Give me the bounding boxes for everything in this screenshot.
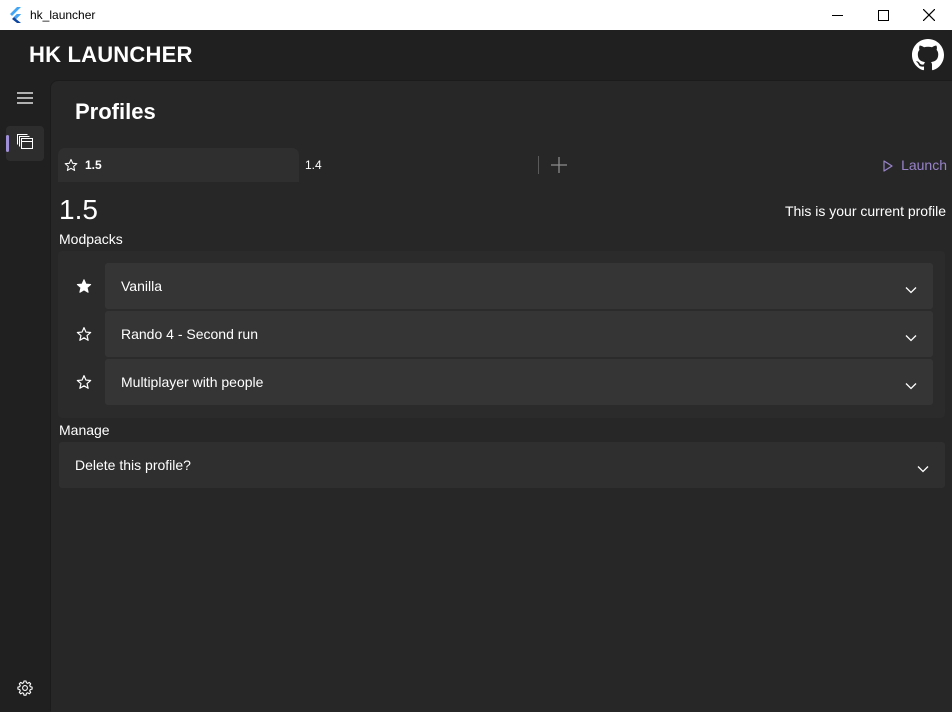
launch-label: Launch	[901, 157, 947, 173]
profile-panel: 1.5 This is your current profile Modpack…	[51, 182, 952, 712]
add-profile-icon[interactable]	[550, 156, 568, 174]
tab-profile-1-5[interactable]: 1.5	[58, 148, 299, 182]
maximize-icon	[877, 9, 889, 21]
modpack-expander-multiplayer[interactable]: Multiplayer with people	[105, 359, 933, 405]
launch-button[interactable]: Launch	[883, 148, 947, 182]
modpack-expander-vanilla[interactable]: Vanilla	[105, 263, 933, 309]
chevron-down-icon	[917, 460, 929, 473]
list-item: Multiplayer with people	[58, 359, 945, 405]
modpack-name: Vanilla	[121, 278, 162, 294]
minimize-button[interactable]	[814, 0, 860, 30]
chevron-down-icon	[905, 377, 917, 390]
list-item: Vanilla	[58, 263, 945, 309]
star-outline-icon[interactable]	[76, 326, 92, 342]
modpack-expander-rando-4[interactable]: Rando 4 - Second run	[105, 311, 933, 357]
window-title: hk_launcher	[30, 8, 96, 22]
profile-name: 1.5	[59, 194, 98, 225]
window-titlebar: hk_launcher	[0, 0, 952, 30]
maximize-button[interactable]	[860, 0, 906, 30]
close-icon	[923, 9, 935, 21]
current-profile-note: This is your current profile	[784, 203, 946, 219]
profiles-icon	[17, 133, 33, 154]
modpack-name: Rando 4 - Second run	[121, 326, 258, 342]
star-outline-icon[interactable]	[76, 374, 92, 390]
profile-tabs: 1.5 1.4 Launch	[58, 148, 947, 182]
close-button[interactable]	[906, 0, 952, 30]
page-title: Profiles	[75, 99, 156, 124]
star-outline-icon[interactable]	[64, 158, 78, 172]
window-controls	[814, 0, 952, 30]
content-pane: Profiles 1.5 1.4 Launch 1.5 This is your	[50, 80, 952, 712]
tab-divider	[538, 156, 539, 174]
selection-indicator	[6, 135, 9, 152]
chevron-down-icon	[905, 329, 917, 342]
tab-profile-1-4[interactable]: 1.4	[299, 148, 539, 182]
nav-item-profiles[interactable]	[6, 126, 44, 161]
tab-label: 1.5	[85, 158, 102, 172]
app-title: HK LAUNCHER	[29, 42, 193, 67]
modpacks-heading: Modpacks	[59, 231, 123, 247]
github-icon[interactable]	[912, 39, 944, 71]
navigation-rail	[0, 80, 50, 711]
minimize-icon	[831, 14, 843, 16]
list-item: Rando 4 - Second run	[58, 311, 945, 357]
app-header: HK LAUNCHER	[0, 30, 952, 80]
modpack-name: Multiplayer with people	[121, 374, 264, 390]
tab-label: 1.4	[305, 158, 322, 172]
star-filled-icon[interactable]	[76, 278, 92, 294]
delete-profile-expander[interactable]: Delete this profile?	[59, 442, 945, 488]
hamburger-icon[interactable]	[16, 91, 34, 105]
manage-heading: Manage	[59, 422, 110, 438]
delete-profile-label: Delete this profile?	[75, 457, 191, 473]
modpack-list: Vanilla Rando 4 - Second run Multiplayer…	[58, 251, 945, 418]
play-icon	[883, 159, 893, 172]
chevron-down-icon	[905, 281, 917, 294]
gear-icon[interactable]	[17, 680, 33, 696]
flutter-icon	[9, 7, 25, 23]
